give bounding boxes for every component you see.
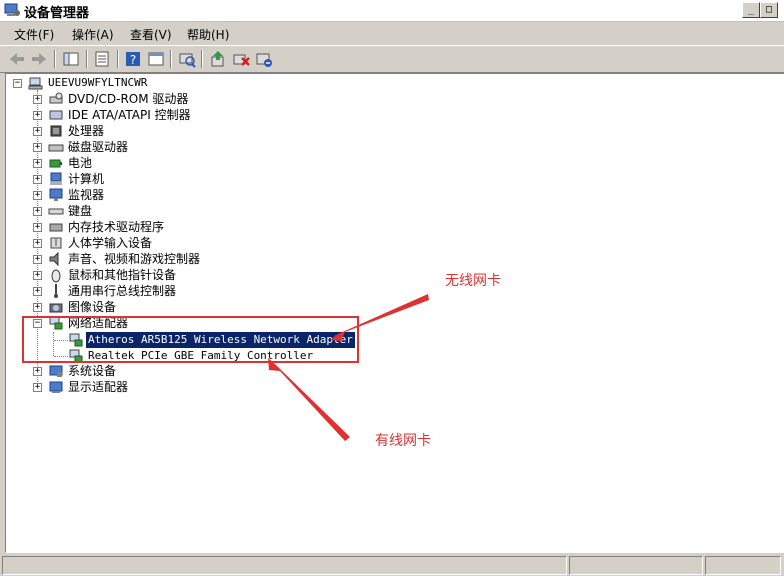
usb-controllers-expander[interactable]: + <box>33 287 42 296</box>
back-icon[interactable] <box>7 49 27 69</box>
category-network-adapters[interactable]: 网络适配器 <box>68 315 128 331</box>
view-icon[interactable] <box>146 49 166 69</box>
toolbar-separator <box>170 50 172 68</box>
toolbar-separator <box>86 50 88 68</box>
status-pane-main <box>2 556 567 575</box>
dvd-cdrom-expander[interactable]: + <box>33 95 42 104</box>
toolbar-separator <box>117 50 119 68</box>
root-node-label[interactable]: UEEVU9WFYLTNCWR <box>48 75 147 91</box>
tree-line <box>54 356 68 357</box>
device-manager-icon <box>4 3 20 16</box>
category-processors[interactable]: 处理器 <box>68 123 104 139</box>
network-adapters-expander[interactable]: − <box>33 319 42 328</box>
menu-help[interactable]: 帮助(H) <box>187 26 229 43</box>
toolbar-separator <box>54 50 56 68</box>
ide-controller-icon <box>49 110 63 120</box>
battery-icon <box>49 159 62 168</box>
memory-tech-expander[interactable]: + <box>33 223 42 232</box>
category-batteries[interactable]: 电池 <box>68 155 92 171</box>
category-monitors[interactable]: 监视器 <box>68 187 104 203</box>
device-tree[interactable]: − UEEVU9WFYLTNCWR + DVD/CD-ROM 驱动器 + IDE AT… <box>5 73 784 553</box>
menu-bar: 文件(F) 操作(A) 查看(V) 帮助(H) <box>0 22 784 44</box>
ide-ata-atapi-expander[interactable]: + <box>33 111 42 120</box>
disk-drive-icon <box>48 144 64 152</box>
disable-device-icon[interactable] <box>254 49 274 69</box>
keyboard-icon <box>48 208 64 215</box>
category-disk-drives[interactable]: 磁盘驱动器 <box>68 139 128 155</box>
monitor-icon <box>49 188 63 201</box>
category-imaging-devices[interactable]: 图像设备 <box>68 299 116 315</box>
menu-file[interactable]: 文件(F) <box>14 26 54 43</box>
imaging-device-icon <box>49 303 63 313</box>
category-keyboards[interactable]: 键盘 <box>68 203 92 219</box>
computer-expander[interactable]: + <box>33 175 42 184</box>
category-sound-video-game[interactable]: 声音、视频和游戏控制器 <box>68 251 200 267</box>
category-mice-pointing[interactable]: 鼠标和其他指针设备 <box>68 267 176 283</box>
status-pane-2 <box>569 556 703 575</box>
imaging-devices-expander[interactable]: + <box>33 303 42 312</box>
category-memory-tech[interactable]: 内存技术驱动程序 <box>68 219 164 235</box>
title-bar: 设备管理器 _ □ <box>0 0 784 22</box>
category-ide-ata-atapi[interactable]: IDE ATA/ATAPI 控制器 <box>68 107 191 123</box>
category-display-adapters[interactable]: 显示适配器 <box>68 379 128 395</box>
maximize-button[interactable]: □ <box>760 2 778 18</box>
minimize-button[interactable]: _ <box>742 2 760 18</box>
toolbar-separator <box>201 50 203 68</box>
processors-expander[interactable]: + <box>33 127 42 136</box>
svg-text:?: ? <box>130 53 136 67</box>
tree-line <box>53 332 54 356</box>
window-title: 设备管理器 <box>24 6 90 21</box>
category-hid[interactable]: 人体学输入设备 <box>68 235 152 251</box>
forward-icon[interactable] <box>29 49 49 69</box>
category-dvd-cdrom[interactable]: DVD/CD-ROM 驱动器 <box>68 91 188 107</box>
console-tree-icon[interactable] <box>61 49 81 69</box>
network-adapter-icon <box>69 333 83 347</box>
wired-adapter-item[interactable]: Realtek PCIe GBE Family Controller <box>88 348 313 364</box>
memory-driver-icon <box>49 223 63 232</box>
keyboards-expander[interactable]: + <box>33 207 42 216</box>
menu-view[interactable]: 查看(V) <box>130 26 172 43</box>
help-icon[interactable]: ? <box>123 49 143 69</box>
update-driver-icon[interactable] <box>208 49 228 69</box>
display-adapters-expander[interactable]: + <box>33 383 42 392</box>
scan-hardware-icon[interactable] <box>177 49 197 69</box>
network-icon <box>49 316 63 330</box>
mouse-icon <box>51 269 61 283</box>
wireless-annotation: 无线网卡 <box>445 273 501 289</box>
status-pane-3 <box>705 556 781 575</box>
status-bar <box>0 553 784 576</box>
wired-annotation: 有线网卡 <box>375 433 431 449</box>
sound-icon <box>49 251 59 267</box>
category-computer[interactable]: 计算机 <box>68 171 104 187</box>
network-adapter-icon <box>69 349 83 363</box>
root-collapse-toggle[interactable]: − <box>13 79 22 88</box>
computer-icon <box>28 77 43 90</box>
computer-icon <box>50 172 62 185</box>
hid-expander[interactable]: + <box>33 239 42 248</box>
monitors-expander[interactable]: + <box>33 191 42 200</box>
toolbar: ? <box>0 45 784 73</box>
batteries-expander[interactable]: + <box>33 159 42 168</box>
processor-icon <box>50 125 62 137</box>
category-system-devices[interactable]: 系统设备 <box>68 363 116 379</box>
uninstall-icon[interactable] <box>231 49 251 69</box>
system-devices-expander[interactable]: + <box>33 367 42 376</box>
system-device-icon <box>49 365 63 377</box>
category-usb-controllers[interactable]: 通用串行总线控制器 <box>68 283 176 299</box>
hid-icon <box>50 237 62 249</box>
dvd-drive-icon <box>49 92 63 104</box>
disk-drives-expander[interactable]: + <box>33 143 42 152</box>
usb-icon <box>54 284 58 298</box>
menu-action[interactable]: 操作(A) <box>72 26 114 43</box>
mice-pointing-expander[interactable]: + <box>33 271 42 280</box>
properties-icon[interactable] <box>92 49 112 69</box>
tree-line <box>54 340 68 341</box>
sound-video-game-expander[interactable]: + <box>33 255 42 264</box>
wireless-adapter-item[interactable]: Atheros AR5B125 Wireless Network Adapter <box>85 331 356 349</box>
display-adapter-icon <box>49 381 63 393</box>
